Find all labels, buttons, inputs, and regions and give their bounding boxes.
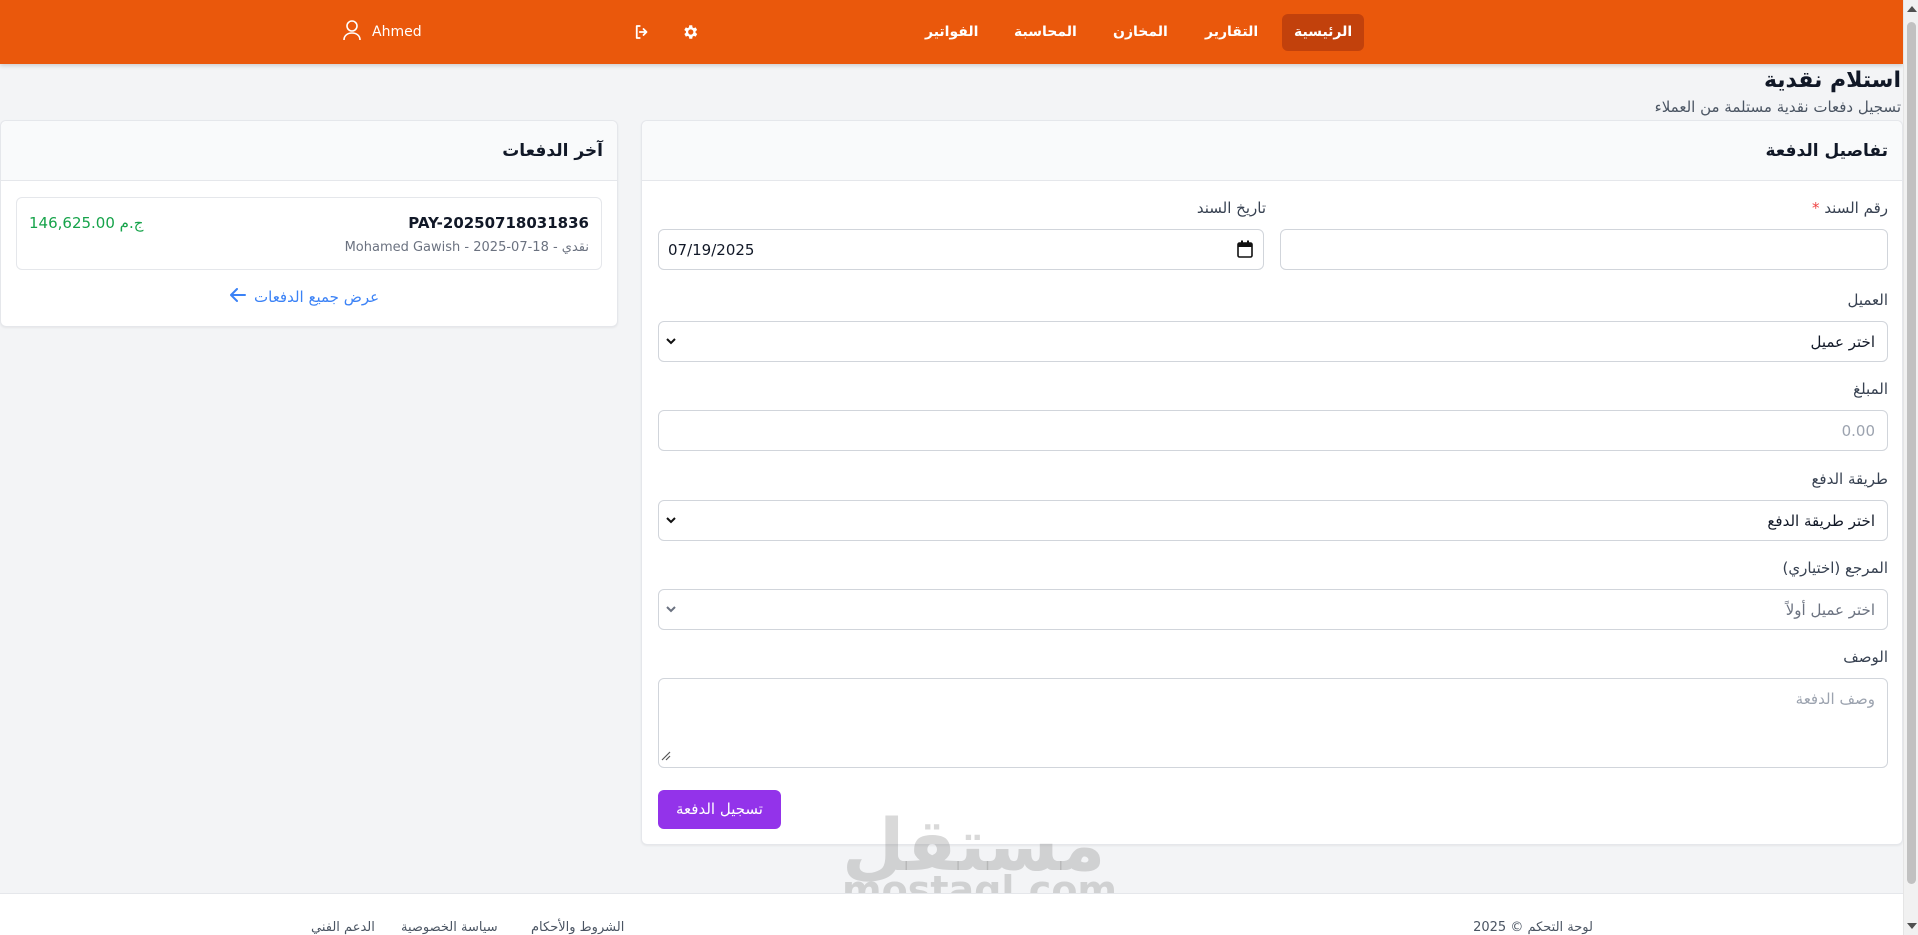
recent-payments-title: آخر الدفعات xyxy=(502,141,603,161)
user-icon xyxy=(342,19,362,45)
chevron-down-icon xyxy=(665,602,677,620)
voucher-date-input[interactable]: 07/19/2025 xyxy=(658,229,1264,270)
payment-amount: 146,625.00 ج.م xyxy=(29,214,144,232)
chevron-down-icon xyxy=(665,513,677,531)
footer-link-privacy[interactable]: سياسة الخصوصية xyxy=(401,920,498,935)
footer: لوحة التحكم © 2025 الشروط والأحكام سياسة… xyxy=(0,893,1903,935)
payment-method-selected-value: اختر طريقة الدفع xyxy=(1767,512,1875,530)
description-label: الوصف xyxy=(1843,648,1888,666)
reference-select[interactable]: اختر عميل أولاً xyxy=(658,589,1888,630)
chevron-down-icon xyxy=(665,334,677,352)
payment-details-title: تفاصيل الدفعة xyxy=(1765,141,1888,161)
nav-item-accounting[interactable]: المحاسبة xyxy=(1002,14,1089,51)
payment-method-select[interactable]: اختر طريقة الدفع xyxy=(658,500,1888,541)
payment-method-label: طريقة الدفع xyxy=(1811,470,1888,488)
footer-link-support[interactable]: الدعم الفني xyxy=(311,920,375,935)
reference-selected-value: اختر عميل أولاً xyxy=(1785,601,1875,619)
customer-selected-value: اختر عميل xyxy=(1810,333,1875,351)
nav-item-reports[interactable]: التقارير xyxy=(1193,14,1270,51)
page-subtitle: تسجيل دفعات نقدية مستلمة من العملاء xyxy=(1654,98,1901,116)
payment-meta: Mohamed Gawish - نقدي - 18-07-2025 xyxy=(344,240,589,255)
nav-item-invoices[interactable]: الفواتير xyxy=(913,14,990,51)
user-name: Ahmed xyxy=(372,24,422,40)
required-mark: * xyxy=(1812,199,1820,217)
customer-select[interactable]: اختر عميل xyxy=(658,321,1888,362)
page-scrollbar[interactable] xyxy=(1903,0,1918,935)
voucher-number-label-text: رقم السند xyxy=(1824,199,1888,217)
amount-label: المبلغ xyxy=(1853,380,1888,398)
amount-placeholder: 0.00 xyxy=(1841,422,1875,440)
payment-list-item[interactable]: PAY-20250718031836 Mohamed Gawish - نقدي… xyxy=(16,197,602,270)
logout-icon[interactable] xyxy=(630,20,654,44)
footer-copyright: لوحة التحكم © 2025 xyxy=(1473,920,1593,935)
calendar-icon[interactable] xyxy=(1237,240,1253,262)
top-navbar: الرئيسية التقارير المخازن المحاسبة الفوا… xyxy=(0,0,1903,64)
submit-payment-button[interactable]: تسجيل الدفعة xyxy=(658,790,781,829)
scroll-up-arrow-icon[interactable] xyxy=(1907,6,1917,12)
nav-item-home[interactable]: الرئيسية xyxy=(1282,14,1365,51)
voucher-number-input[interactable] xyxy=(1280,229,1888,270)
amount-input[interactable]: 0.00 xyxy=(658,410,1888,451)
view-all-payments-label: عرض جميع الدفعات xyxy=(254,288,380,306)
voucher-number-label: رقم السند * xyxy=(1812,199,1888,217)
description-placeholder: وصف الدفعة xyxy=(1795,690,1875,708)
payment-details-header: تفاصيل الدفعة xyxy=(642,121,1902,181)
recent-payments-header: آخر الدفعات xyxy=(1,121,617,181)
resize-handle-icon[interactable] xyxy=(661,747,671,765)
description-textarea[interactable]: وصف الدفعة xyxy=(658,678,1888,768)
view-all-payments-link[interactable]: عرض جميع الدفعات xyxy=(230,288,379,306)
voucher-date-value: 07/19/2025 xyxy=(668,241,755,259)
voucher-date-label: تاريخ السند xyxy=(1196,199,1266,217)
payment-details-card: تفاصيل الدفعة رقم السند * تاريخ السند 07… xyxy=(641,120,1903,845)
footer-link-terms[interactable]: الشروط والأحكام xyxy=(531,920,624,935)
scrollbar-thumb[interactable] xyxy=(1907,22,1916,884)
user-menu[interactable]: Ahmed xyxy=(342,18,422,46)
arrow-left-icon xyxy=(230,288,246,306)
nav-item-warehouses[interactable]: المخازن xyxy=(1101,14,1180,51)
settings-icon[interactable] xyxy=(678,20,702,44)
page-title: استلام نقدية xyxy=(1763,68,1901,93)
scroll-down-arrow-icon[interactable] xyxy=(1907,923,1917,929)
payment-number: PAY-20250718031836 xyxy=(408,214,589,232)
customer-label: العميل xyxy=(1847,291,1888,309)
reference-label: المرجع (اختياري) xyxy=(1782,559,1888,577)
